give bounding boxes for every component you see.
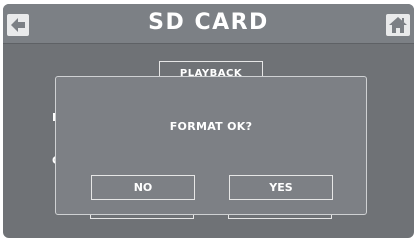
header-bar: SD CARD	[3, 4, 414, 44]
home-button[interactable]	[386, 14, 410, 36]
yes-button[interactable]: YES	[229, 175, 333, 200]
page-title: SD CARD	[148, 10, 269, 35]
sd-card-screen: SD CARD PLAYBACK N C FORMAT OK? NO YES	[3, 4, 414, 238]
home-icon	[389, 17, 407, 33]
dialog-message: FORMAT OK?	[169, 120, 253, 133]
format-confirm-dialog: FORMAT OK? NO YES	[55, 76, 367, 215]
no-button[interactable]: NO	[91, 175, 195, 200]
